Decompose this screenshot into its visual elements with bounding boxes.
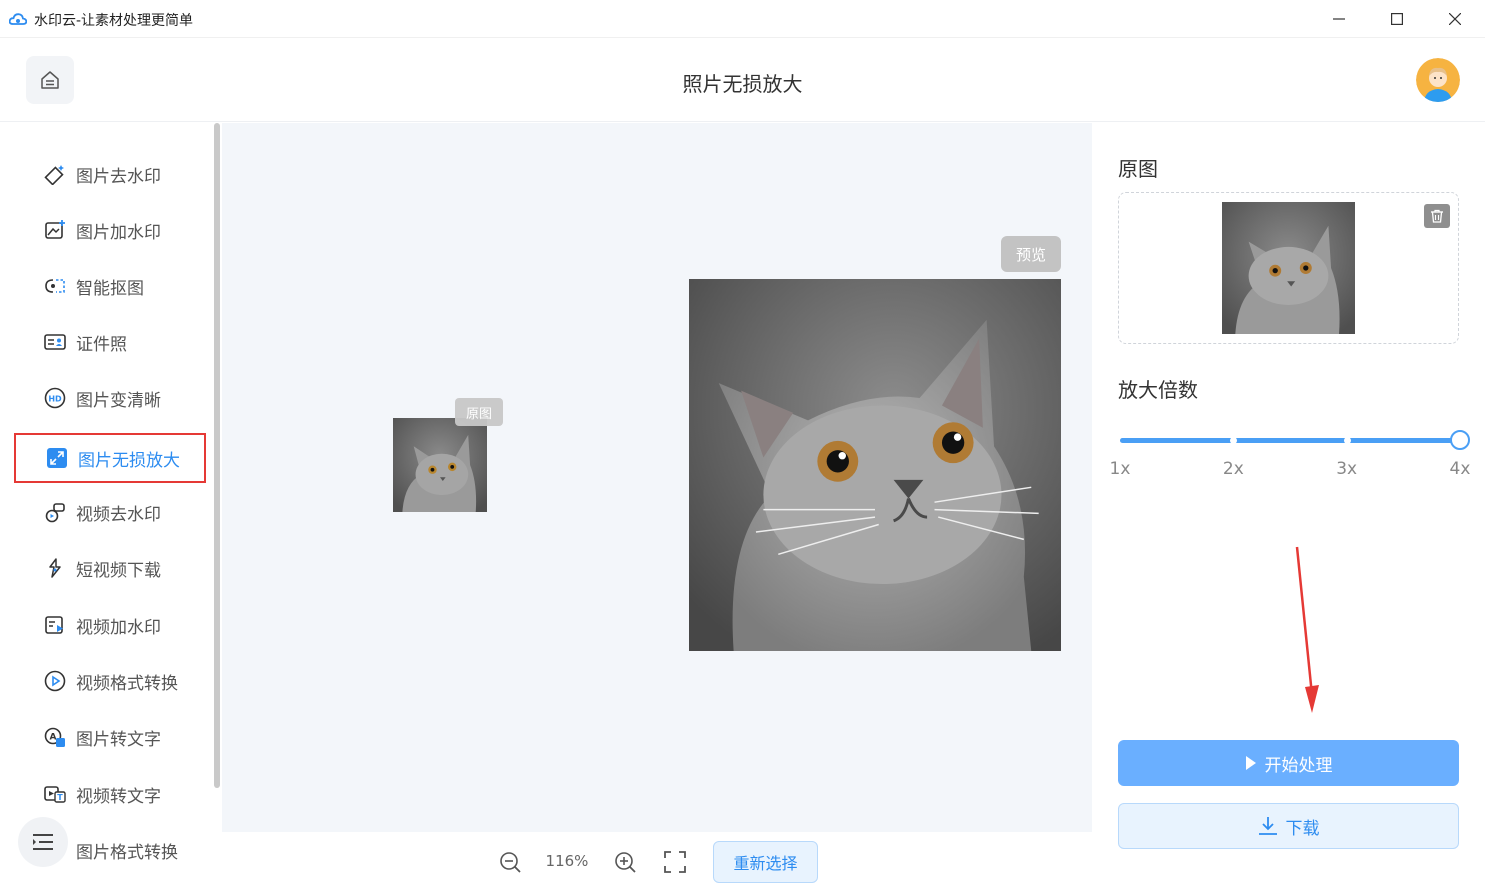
sidebar-item-label: 图片转文字 — [76, 729, 161, 750]
trash-icon — [1431, 209, 1443, 223]
sidebar-item-video-to-text[interactable]: T 视频转文字 — [14, 769, 206, 819]
sidebar-item-label: 视频加水印 — [76, 617, 161, 638]
id-card-icon — [43, 330, 67, 354]
scale-label[interactable]: 1x — [1100, 459, 1140, 479]
sidebar-item-video-format-convert[interactable]: 视频格式转换 — [14, 656, 206, 706]
sidebar-item-label: 视频去水印 — [76, 504, 161, 525]
sidebar-item-video-remove-watermark[interactable]: 视频去水印 — [14, 487, 206, 537]
sidebar-item-label: 图片格式转换 — [76, 842, 178, 863]
zoom-out-icon[interactable] — [498, 850, 522, 874]
image-text-icon: A — [43, 725, 67, 749]
window-titlebar: 水印云-让素材处理更简单 — [0, 0, 1485, 38]
sidebar-item-image-add-watermark[interactable]: 图片加水印 — [14, 205, 206, 255]
sidebar-item-label: 视频格式转换 — [76, 673, 178, 694]
sidebar: 图片去水印 图片加水印 智能抠图 证件照 HD 图片变清晰 图片无损放大 视频去… — [0, 123, 222, 892]
image-add-icon — [43, 218, 67, 242]
canvas-toolbar: 116% 重新选择 — [222, 832, 1092, 892]
delete-image-button[interactable] — [1424, 204, 1450, 228]
slider-fill — [1120, 438, 1460, 443]
scale-label[interactable]: 2x — [1213, 459, 1253, 479]
eraser-icon — [43, 162, 67, 186]
sidebar-item-label: 视频转文字 — [76, 786, 161, 807]
sidebar-item-image-remove-watermark[interactable]: 图片去水印 — [14, 149, 206, 199]
sidebar-item-label: 短视频下载 — [76, 560, 161, 581]
window-title: 水印云-让素材处理更简单 — [34, 13, 194, 29]
menu-collapse-icon — [33, 834, 53, 850]
sidebar-item-label: 图片加水印 — [76, 222, 161, 243]
link-icon — [43, 556, 67, 580]
preview-image — [689, 279, 1061, 651]
scale-slider[interactable] — [1120, 430, 1470, 450]
enlarge-icon — [45, 446, 69, 470]
sidebar-item-label: 图片去水印 — [76, 166, 161, 187]
scale-label[interactable]: 3x — [1327, 459, 1367, 479]
sidebar-item-image-enlarge[interactable]: 图片无损放大 — [14, 433, 206, 483]
sidebar-scrollbar[interactable] — [214, 123, 220, 788]
preview-tag: 预览 — [1001, 236, 1061, 272]
sidebar-collapse-button[interactable] — [18, 817, 68, 867]
preview-canvas: 原图 预览 — [222, 123, 1092, 832]
cloud-logo-icon — [9, 13, 27, 25]
sidebar-item-video-add-watermark[interactable]: 视频加水印 — [14, 600, 206, 650]
sidebar-item-image-sharpen[interactable]: HD 图片变清晰 — [14, 373, 206, 423]
fullscreen-icon[interactable] — [663, 850, 687, 874]
user-avatar[interactable] — [1416, 58, 1460, 102]
zoom-level: 116% — [545, 852, 589, 870]
red-annotation-arrow-icon — [1295, 546, 1319, 713]
minimize-icon — [1333, 18, 1345, 20]
original-image-small — [393, 418, 487, 512]
scale-section-title: 放大倍数 — [1118, 378, 1198, 402]
download-button-label: 下载 — [1285, 818, 1320, 839]
svg-text:A: A — [50, 733, 57, 743]
original-image-box — [1118, 192, 1459, 344]
avatar-icon — [1416, 58, 1460, 102]
play-icon — [1245, 755, 1257, 771]
page-header: 照片无损放大 — [0, 38, 1485, 122]
sidebar-item-label: 图片无损放大 — [78, 450, 180, 471]
maximize-icon — [1391, 13, 1403, 25]
page-title: 照片无损放大 — [682, 72, 803, 96]
start-button-label: 开始处理 — [1264, 755, 1333, 776]
cutout-icon — [43, 274, 67, 298]
slider-thumb[interactable] — [1450, 430, 1470, 450]
download-icon — [1258, 816, 1278, 836]
svg-text:T: T — [57, 793, 63, 802]
video-add-icon — [43, 613, 67, 637]
sidebar-item-label: 图片变清晰 — [76, 390, 161, 411]
sidebar-item-smart-cutout[interactable]: 智能抠图 — [14, 261, 206, 311]
original-image-thumbnail — [1222, 202, 1355, 334]
video-text-icon: T — [43, 782, 67, 806]
sidebar-item-short-video-download[interactable]: 短视频下载 — [14, 543, 206, 593]
hd-icon: HD — [43, 386, 67, 410]
sidebar-item-image-to-text[interactable]: A 图片转文字 — [14, 712, 206, 762]
sidebar-item-id-photo[interactable]: 证件照 — [14, 317, 206, 367]
svg-text:HD: HD — [48, 395, 62, 404]
sidebar-item-label: 智能抠图 — [76, 278, 144, 299]
start-processing-button[interactable]: 开始处理 — [1118, 740, 1459, 786]
video-eraser-icon — [43, 500, 67, 524]
close-icon — [1449, 13, 1461, 25]
slider-stop[interactable] — [1343, 437, 1351, 444]
original-section-title: 原图 — [1118, 157, 1158, 181]
play-circle-icon — [43, 669, 67, 693]
settings-panel: 原图 放大倍数 开始处理 下载 1x 2x 3x 4x — [1092, 123, 1485, 892]
close-button[interactable] — [1426, 0, 1484, 38]
minimize-button[interactable] — [1310, 0, 1368, 38]
sidebar-item-label: 证件照 — [76, 334, 127, 355]
maximize-button[interactable] — [1368, 0, 1426, 38]
scale-label[interactable]: 4x — [1440, 459, 1480, 479]
download-button[interactable]: 下载 — [1118, 803, 1459, 849]
original-tag: 原图 — [455, 398, 503, 426]
reselect-button[interactable]: 重新选择 — [713, 841, 818, 883]
zoom-in-icon[interactable] — [613, 850, 637, 874]
